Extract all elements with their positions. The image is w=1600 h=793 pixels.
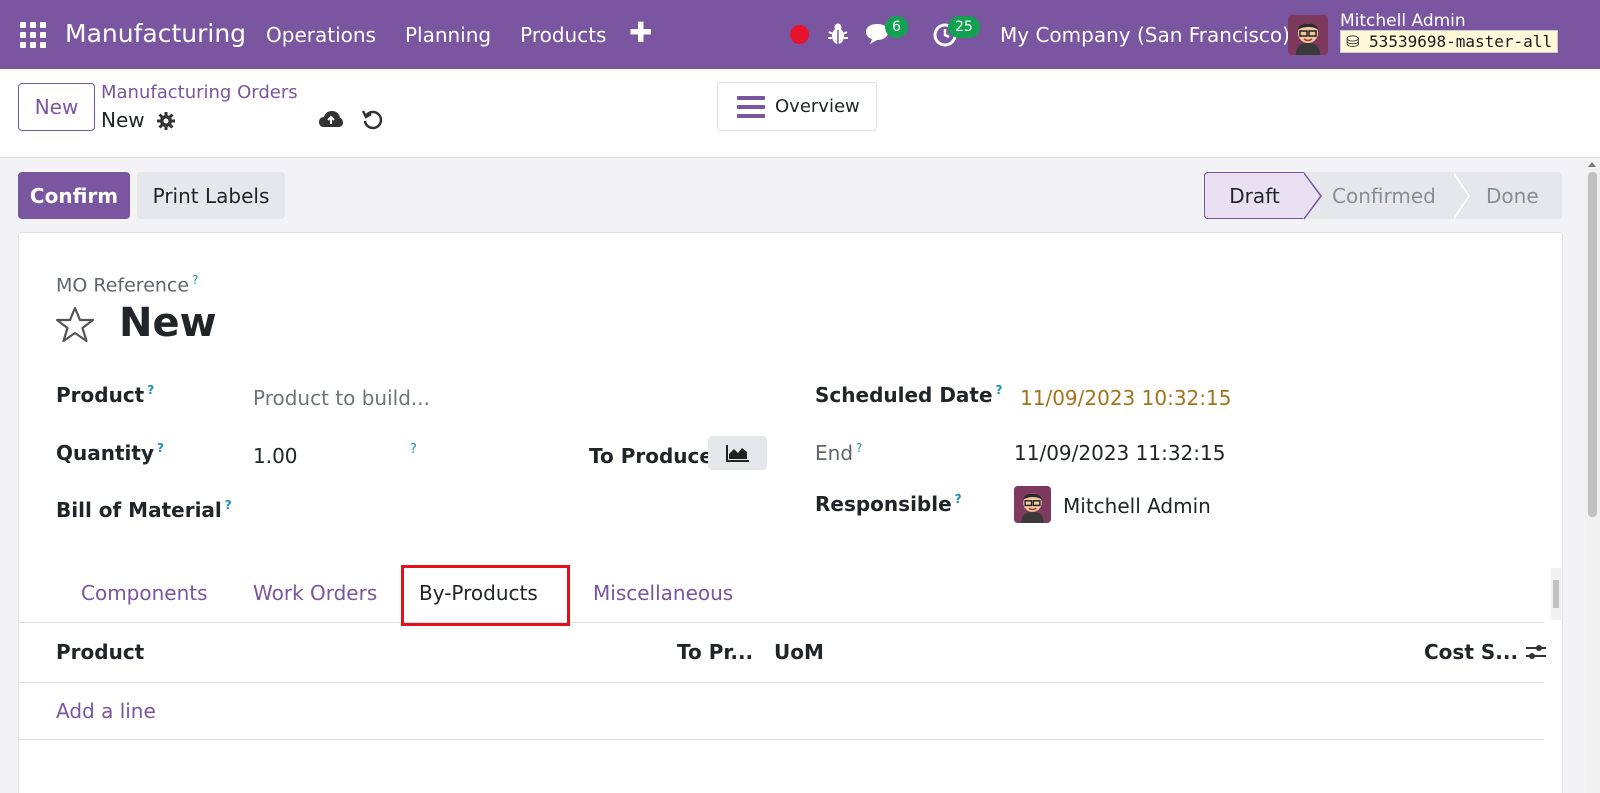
responsible-input[interactable]: Mitchell Admin <box>1063 494 1211 518</box>
user-avatar[interactable] <box>1288 15 1328 55</box>
tab-work-orders[interactable]: Work Orders <box>253 581 377 605</box>
help-icon[interactable]: ? <box>955 492 962 506</box>
bug-icon[interactable] <box>827 22 849 46</box>
help-icon[interactable]: ? <box>856 441 862 455</box>
status-done[interactable]: Done <box>1486 184 1539 208</box>
bom-label: Bill of Material? <box>56 498 232 522</box>
product-input[interactable]: Product to build... <box>253 386 430 410</box>
messages-badge: 6 <box>885 16 908 38</box>
form-sheet: MO Reference? New Product? Product to bu… <box>18 232 1563 793</box>
end-date-value: 11/09/2023 11:32:15 <box>1014 441 1226 465</box>
main-menu: Operations Planning Products <box>266 23 635 47</box>
highlight-box <box>401 565 570 626</box>
column-uom[interactable]: UoM <box>774 640 824 664</box>
menu-planning[interactable]: Planning <box>405 23 491 47</box>
company-switcher[interactable]: My Company (San Francisco) <box>1000 23 1290 47</box>
discard-undo-icon[interactable] <box>361 108 383 130</box>
end-label: End? <box>815 441 863 465</box>
scheduled-date-label: Scheduled Date? <box>815 383 1003 407</box>
page-scrollbar[interactable] <box>1585 160 1600 793</box>
breadcrumb[interactable]: Manufacturing Orders <box>101 82 298 103</box>
menu-operations[interactable]: Operations <box>266 23 376 47</box>
optional-columns-icon[interactable] <box>1524 641 1548 663</box>
help-icon[interactable]: ? <box>410 442 417 457</box>
gear-icon[interactable] <box>156 111 176 131</box>
status-confirmed[interactable]: Confirmed <box>1332 184 1436 208</box>
help-icon[interactable]: ? <box>996 383 1003 397</box>
tab-miscellaneous[interactable]: Miscellaneous <box>593 581 733 605</box>
divider <box>19 682 1544 683</box>
database-name: 53539698-master-all <box>1369 32 1553 51</box>
forecast-chart-button[interactable] <box>708 436 767 470</box>
help-icon[interactable]: ? <box>157 441 164 455</box>
responsible-avatar <box>1014 486 1051 523</box>
column-product[interactable]: Product <box>56 640 144 664</box>
hamburger-icon <box>737 95 765 118</box>
help-icon[interactable]: ? <box>192 273 198 287</box>
product-label: Product? <box>56 383 155 407</box>
status-bar: Draft Confirmed Done <box>1204 172 1562 220</box>
status-separator-fill <box>1452 172 1468 220</box>
mo-title: New <box>119 300 217 346</box>
top-navbar: Manufacturing Operations Planning Produc… <box>0 0 1600 69</box>
print-labels-button[interactable]: Print Labels <box>137 172 285 219</box>
quantity-input[interactable]: 1.00 <box>253 444 298 468</box>
column-to-produce[interactable]: To Pr... <box>677 640 753 664</box>
overview-button[interactable]: Overview <box>717 82 877 131</box>
menu-products[interactable]: Products <box>520 23 606 47</box>
database-tag: ⛁ 53539698-master-all <box>1340 30 1559 53</box>
apps-grid-icon[interactable] <box>20 22 46 48</box>
area-chart-icon <box>725 445 749 462</box>
help-icon[interactable]: ? <box>147 383 154 397</box>
divider <box>19 739 1544 740</box>
user-name[interactable]: Mitchell Admin <box>1340 11 1466 31</box>
add-line-link[interactable]: Add a line <box>56 699 156 723</box>
activities-badge: 25 <box>948 16 980 38</box>
record-icon[interactable] <box>790 25 809 44</box>
to-produce-label: To Produce <box>589 444 713 468</box>
tabs-scrollbar[interactable] <box>1551 568 1561 620</box>
notebook-tabs: Components Work Orders By-Products Misce… <box>19 561 1544 626</box>
save-cloud-icon[interactable] <box>318 109 344 131</box>
mo-reference-label: MO Reference? <box>56 273 199 297</box>
status-draft[interactable]: Draft <box>1204 172 1304 219</box>
tab-components[interactable]: Components <box>81 581 208 605</box>
help-icon[interactable]: ? <box>225 498 232 512</box>
overview-label: Overview <box>775 96 860 117</box>
quantity-label: Quantity? <box>56 441 164 465</box>
database-icon: ⛁ <box>1346 32 1360 51</box>
app-name[interactable]: Manufacturing <box>65 19 246 48</box>
control-panel: New Manufacturing Orders New Overview <box>0 69 1600 158</box>
plus-icon[interactable]: ✚ <box>629 16 652 49</box>
star-icon[interactable] <box>55 305 95 345</box>
column-cost-share[interactable]: Cost S... <box>1424 640 1518 664</box>
scheduled-date-input[interactable]: 11/09/2023 10:32:15 <box>1020 386 1231 410</box>
responsible-label: Responsible? <box>815 492 962 516</box>
record-name: New <box>101 108 145 132</box>
status-arrow-fill <box>1303 173 1320 219</box>
new-button[interactable]: New <box>18 83 95 131</box>
confirm-button[interactable]: Confirm <box>18 172 130 219</box>
